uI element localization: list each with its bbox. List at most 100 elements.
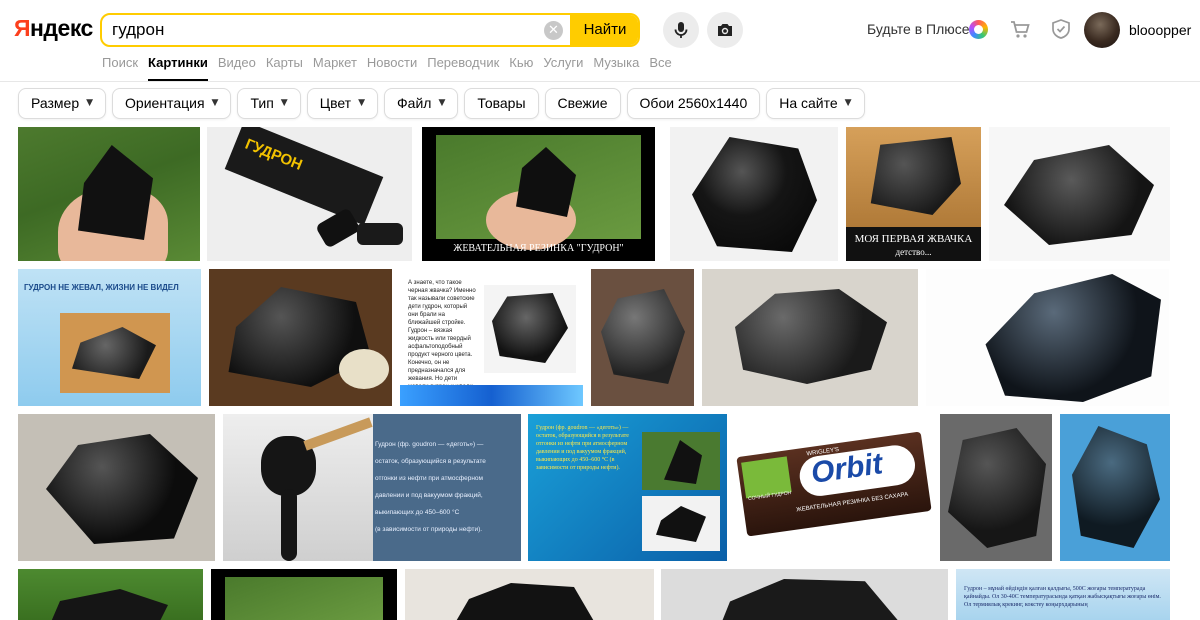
tab-images[interactable]: Картинки — [148, 55, 208, 81]
tab-maps[interactable]: Карты — [266, 55, 303, 81]
definition-line: (в зависимости от природы нефти). — [375, 526, 483, 533]
filter-type[interactable]: Тип ▼ — [237, 88, 301, 119]
image-result[interactable]: А знаете, что такое черная жвачка? Именн… — [400, 269, 583, 406]
header: Яндекс ✕ Найти Будьте в Плюсе blooopper … — [0, 0, 1200, 82]
tar-chunk — [1004, 145, 1154, 245]
cart-icon[interactable] — [1009, 18, 1031, 40]
avatar[interactable] — [1084, 12, 1120, 48]
kazakh-text: Гудрон – мұнай өйдіңдін қалған қалдығы, … — [964, 586, 1161, 608]
image-result[interactable] — [1060, 414, 1170, 561]
filter-orientation[interactable]: Ориентация ▼ — [112, 88, 232, 119]
blue-wave — [400, 385, 583, 406]
image-result[interactable]: ГУДРОН — [207, 127, 412, 261]
photo-frame — [225, 577, 383, 620]
filter-fresh[interactable]: Свежие — [544, 88, 621, 119]
tar-chunk — [948, 428, 1046, 548]
image-search-button[interactable] — [707, 12, 743, 48]
search-button[interactable]: Найти — [570, 15, 638, 45]
definition-text: Гудрон (фр. goudron — «деготь») — остато… — [375, 436, 517, 538]
tab-news[interactable]: Новости — [367, 55, 417, 81]
definition-line: давлении и под вакуумом фракций, — [375, 492, 483, 499]
username[interactable]: blooopper — [1129, 22, 1191, 38]
image-result[interactable] — [18, 569, 203, 620]
image-result[interactable] — [670, 127, 838, 261]
filter-label: Размер — [31, 95, 80, 111]
image-caption: ГУДРОН НЕ ЖЕВАЛ, ЖИЗНИ НЕ ВИДЕЛ — [24, 283, 179, 292]
filter-products[interactable]: Товары — [464, 88, 539, 119]
image-result[interactable]: Гудрон – мұнай өйдіңдін қалған қалдығы, … — [956, 569, 1170, 620]
camera-icon — [718, 24, 732, 36]
yandex-logo[interactable]: Яндекс — [14, 15, 93, 42]
image-result[interactable]: Гудрон (фр. goudron — «деготь») — остато… — [528, 414, 727, 561]
image-result[interactable] — [702, 269, 918, 406]
tar-chunk — [601, 289, 685, 384]
tab-video[interactable]: Видео — [218, 55, 256, 81]
image-result[interactable] — [405, 569, 654, 620]
image-result[interactable] — [940, 414, 1052, 561]
filter-color[interactable]: Цвет ▼ — [306, 88, 379, 119]
tar-chunk — [664, 440, 702, 484]
image-result[interactable] — [989, 127, 1170, 261]
plus-icon[interactable] — [969, 20, 988, 39]
filter-label: Обои 2560x1440 — [639, 95, 748, 111]
image-result[interactable]: Гудрон (фр. goudron — «деготь») — остато… — [223, 414, 521, 561]
tar-chunk — [72, 327, 156, 379]
image-result[interactable] — [591, 269, 694, 406]
filter-wallpaper-size[interactable]: Обои 2560x1440 — [626, 88, 761, 119]
tab-music[interactable]: Музыка — [593, 55, 639, 81]
photo-frame — [484, 285, 576, 373]
shield-icon[interactable] — [1050, 18, 1072, 40]
tab-q[interactable]: Кью — [509, 55, 533, 81]
search-input[interactable] — [102, 15, 542, 45]
plus-promo-link[interactable]: Будьте в Плюсе — [867, 21, 970, 37]
tar-chunk — [1072, 426, 1160, 548]
tar-chunk — [46, 434, 198, 544]
tar-chunk — [492, 293, 568, 363]
photo-frame — [436, 135, 641, 250]
service-tabs: Поиск Картинки Видео Карты Маркет Новост… — [102, 55, 672, 81]
image-caption: МОЯ ПЕРВАЯ ЖВАЧКА — [854, 233, 973, 245]
filter-on-site[interactable]: На сайте ▼ — [766, 88, 865, 119]
search-bar: ✕ Найти — [100, 13, 640, 47]
photo-frame — [642, 496, 720, 551]
image-result[interactable] — [926, 269, 1169, 406]
filter-label: Ориентация — [125, 95, 205, 111]
wooden-stick — [303, 417, 373, 451]
tar-drip — [281, 489, 297, 561]
chevron-down-icon: ▼ — [358, 98, 366, 108]
filter-label: На сайте — [779, 95, 838, 111]
chevron-down-icon: ▼ — [211, 98, 219, 108]
voice-search-button[interactable] — [663, 12, 699, 48]
image-result[interactable] — [661, 569, 948, 620]
image-result[interactable]: СОЧНЫЙ ГУДРОН WRIGLEY'S Orbit ЖЕВАТЕЛЬНА… — [735, 414, 933, 561]
filter-file[interactable]: Файл ▼ — [384, 88, 459, 119]
gum-piece — [357, 223, 403, 245]
image-result[interactable]: МОЯ ПЕРВАЯ ЖВАЧКА детство... — [846, 127, 981, 261]
tab-market[interactable]: Маркет — [313, 55, 357, 81]
tar-chunk — [692, 137, 817, 252]
logo-first-letter: Я — [14, 15, 31, 41]
definition-line: остаток, образующийся в результате — [375, 458, 486, 465]
chevron-down-icon: ▼ — [844, 98, 852, 108]
chevron-down-icon: ▼ — [280, 98, 288, 108]
image-result[interactable]: ГУДРОН НЕ ЖЕВАЛ, ЖИЗНИ НЕ ВИДЕЛ — [18, 269, 201, 406]
filter-label: Файл — [397, 95, 432, 111]
clear-search-button[interactable]: ✕ — [544, 21, 563, 40]
image-result[interactable] — [211, 569, 397, 620]
wood-background — [60, 313, 170, 393]
tab-translator[interactable]: Переводчик — [427, 55, 499, 81]
filter-size[interactable]: Размер ▼ — [18, 88, 107, 119]
photo-panel — [223, 414, 373, 561]
image-result[interactable] — [209, 269, 392, 406]
tab-services[interactable]: Услуги — [543, 55, 583, 81]
image-result[interactable] — [18, 414, 215, 561]
logo-rest: ндекс — [30, 15, 93, 41]
gum-pack: ГУДРОН — [224, 127, 384, 226]
tab-search[interactable]: Поиск — [102, 55, 138, 81]
image-result[interactable] — [18, 127, 200, 261]
microphone-icon — [674, 22, 688, 38]
tab-all[interactable]: Все — [649, 55, 671, 81]
tar-chunk — [985, 274, 1161, 402]
image-result[interactable]: ЖЕВАТЕЛЬНАЯ РЕЗИНКА "ГУДРОН" — [422, 127, 655, 261]
tar-chunk — [78, 145, 153, 240]
